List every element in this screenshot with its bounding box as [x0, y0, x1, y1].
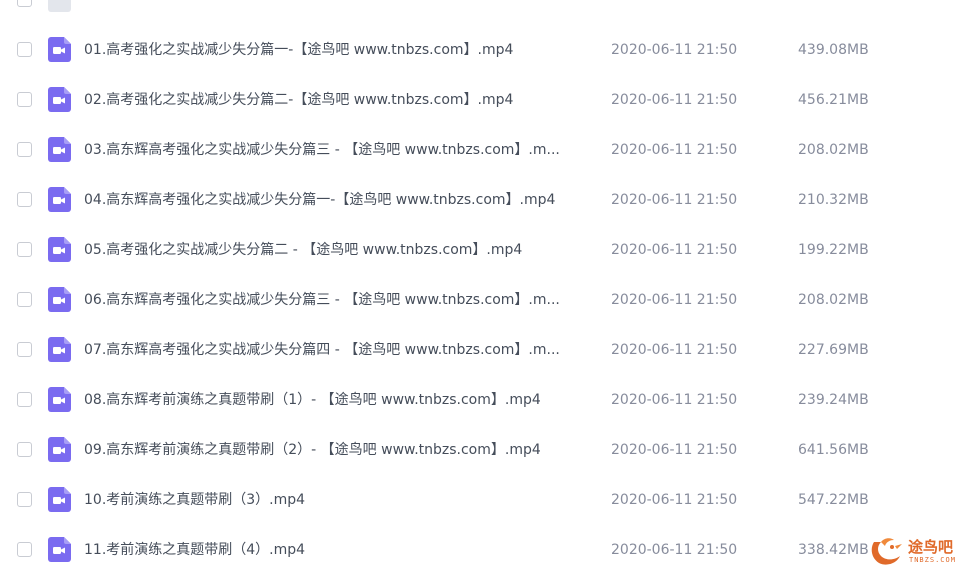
row-checkbox[interactable]: [17, 0, 32, 7]
watermark-subtext: TNBZS.COM: [909, 556, 956, 564]
row-checkbox[interactable]: [17, 542, 32, 557]
file-date: 2020-06-11 21:50: [611, 442, 738, 458]
file-date: 2020-06-11 21:50: [611, 192, 738, 208]
file-name[interactable]: 05.高考强化之实战减少失分篇二 - 【途鸟吧 www.tnbzs.com】.m…: [84, 225, 589, 275]
file-size: 439.08MB: [798, 42, 869, 58]
file-row[interactable]: 11.考前演练之真题带刷（4）.mp4 2020-06-11 21:50 338.4…: [0, 525, 972, 575]
video-file-icon: [48, 287, 71, 312]
video-file-icon: [48, 487, 71, 512]
file-date: 2020-06-11 21:50: [611, 292, 738, 308]
row-checkbox[interactable]: [17, 142, 32, 157]
file-name[interactable]: 07.高东辉高考强化之实战减少失分篇四 - 【途鸟吧 www.tnbzs.com…: [84, 325, 589, 375]
video-file-icon: [48, 137, 71, 162]
file-row[interactable]: 10.考前演练之真题带刷（3）.mp4 2020-06-11 21:50 547.2…: [0, 475, 972, 525]
file-row[interactable]: 04.高东辉高考强化之实战减少失分篇一-【途鸟吧 www.tnbzs.com】.…: [0, 175, 972, 225]
video-file-icon: [48, 537, 71, 562]
video-file-icon: [48, 337, 71, 362]
file-row[interactable]: 05.高考强化之实战减少失分篇二 - 【途鸟吧 www.tnbzs.com】.m…: [0, 225, 972, 275]
row-checkbox[interactable]: [17, 492, 32, 507]
file-size: 210.32MB: [798, 192, 869, 208]
file-row[interactable]: 08.高东辉考前演练之真题带刷（1）- 【途鸟吧 www.tnbzs.com】.…: [0, 375, 972, 425]
file-date: 2020-06-11 21:50: [611, 142, 738, 158]
row-checkbox[interactable]: [17, 292, 32, 307]
row-checkbox[interactable]: [17, 242, 32, 257]
file-date: 2020-06-11 21:50: [611, 392, 738, 408]
file-name[interactable]: 03.高东辉高考强化之实战减少失分篇三 - 【途鸟吧 www.tnbzs.com…: [84, 125, 589, 175]
video-file-icon: [48, 437, 71, 462]
file-date: 2020-06-11 21:50: [611, 92, 738, 108]
file-row[interactable]: 01.高考强化之实战减少失分篇一-【途鸟吧 www.tnbzs.com】.mp4…: [0, 25, 972, 75]
file-row[interactable]: 06.高东辉高考强化之实战减少失分篇三 - 【途鸟吧 www.tnbzs.com…: [0, 275, 972, 325]
file-row[interactable]: 09.高东辉考前演练之真题带刷（2）- 【途鸟吧 www.tnbzs.com】.…: [0, 425, 972, 475]
file-name[interactable]: 09.高东辉考前演练之真题带刷（2）- 【途鸟吧 www.tnbzs.com】.…: [84, 425, 589, 475]
video-file-icon: [48, 387, 71, 412]
file-size: 641.56MB: [798, 442, 869, 458]
file-date: 2020-06-11 21:50: [611, 492, 738, 508]
file-size: 456.21MB: [798, 92, 869, 108]
video-file-icon: [48, 187, 71, 212]
file-name[interactable]: 10.考前演练之真题带刷（3）.mp4: [84, 475, 589, 525]
file-date: 2020-06-11 21:50: [611, 242, 738, 258]
file-name[interactable]: 02.高考强化之实战减少失分篇二-【途鸟吧 www.tnbzs.com】.mp4: [84, 75, 589, 125]
file-list: 上课笔记.txt2020-06-11 21:5112KB01.高考强化之实战减少…: [0, 0, 972, 572]
bird-logo-icon: [868, 534, 906, 572]
row-checkbox[interactable]: [17, 442, 32, 457]
row-checkbox[interactable]: [17, 342, 32, 357]
file-size: 239.24MB: [798, 392, 869, 408]
file-size: 338.42MB: [798, 542, 869, 558]
watermark: 途鸟吧 TNBZS.COM: [868, 532, 968, 568]
file-row[interactable]: 上课笔记.txt2020-06-11 21:5112KB: [0, 0, 972, 25]
text-file-icon: [48, 0, 71, 12]
file-size: 208.02MB: [798, 292, 869, 308]
row-checkbox[interactable]: [17, 92, 32, 107]
video-file-icon: [48, 87, 71, 112]
file-name[interactable]: 04.高东辉高考强化之实战减少失分篇一-【途鸟吧 www.tnbzs.com】.…: [84, 175, 589, 225]
file-date: 2020-06-11 21:50: [611, 42, 738, 58]
file-size: 199.22MB: [798, 242, 869, 258]
video-file-icon: [48, 37, 71, 62]
file-date: 2020-06-11 21:50: [611, 342, 738, 358]
file-row[interactable]: 07.高东辉高考强化之实战减少失分篇四 - 【途鸟吧 www.tnbzs.com…: [0, 325, 972, 375]
file-row[interactable]: 03.高东辉高考强化之实战减少失分篇三 - 【途鸟吧 www.tnbzs.com…: [0, 125, 972, 175]
file-date: 2020-06-11 21:50: [611, 542, 738, 558]
file-size: 547.22MB: [798, 492, 869, 508]
file-name[interactable]: 08.高东辉考前演练之真题带刷（1）- 【途鸟吧 www.tnbzs.com】.…: [84, 375, 589, 425]
file-name[interactable]: 11.考前演练之真题带刷（4）.mp4: [84, 525, 589, 575]
file-row[interactable]: 02.高考强化之实战减少失分篇二-【途鸟吧 www.tnbzs.com】.mp4…: [0, 75, 972, 125]
watermark-text: 途鸟吧: [908, 538, 954, 556]
file-size: 208.02MB: [798, 142, 869, 158]
row-checkbox[interactable]: [17, 42, 32, 57]
file-size: 227.69MB: [798, 342, 869, 358]
row-checkbox[interactable]: [17, 392, 32, 407]
row-checkbox[interactable]: [17, 192, 32, 207]
file-name[interactable]: 01.高考强化之实战减少失分篇一-【途鸟吧 www.tnbzs.com】.mp4: [84, 25, 589, 75]
video-file-icon: [48, 237, 71, 262]
file-name[interactable]: 06.高东辉高考强化之实战减少失分篇三 - 【途鸟吧 www.tnbzs.com…: [84, 275, 589, 325]
